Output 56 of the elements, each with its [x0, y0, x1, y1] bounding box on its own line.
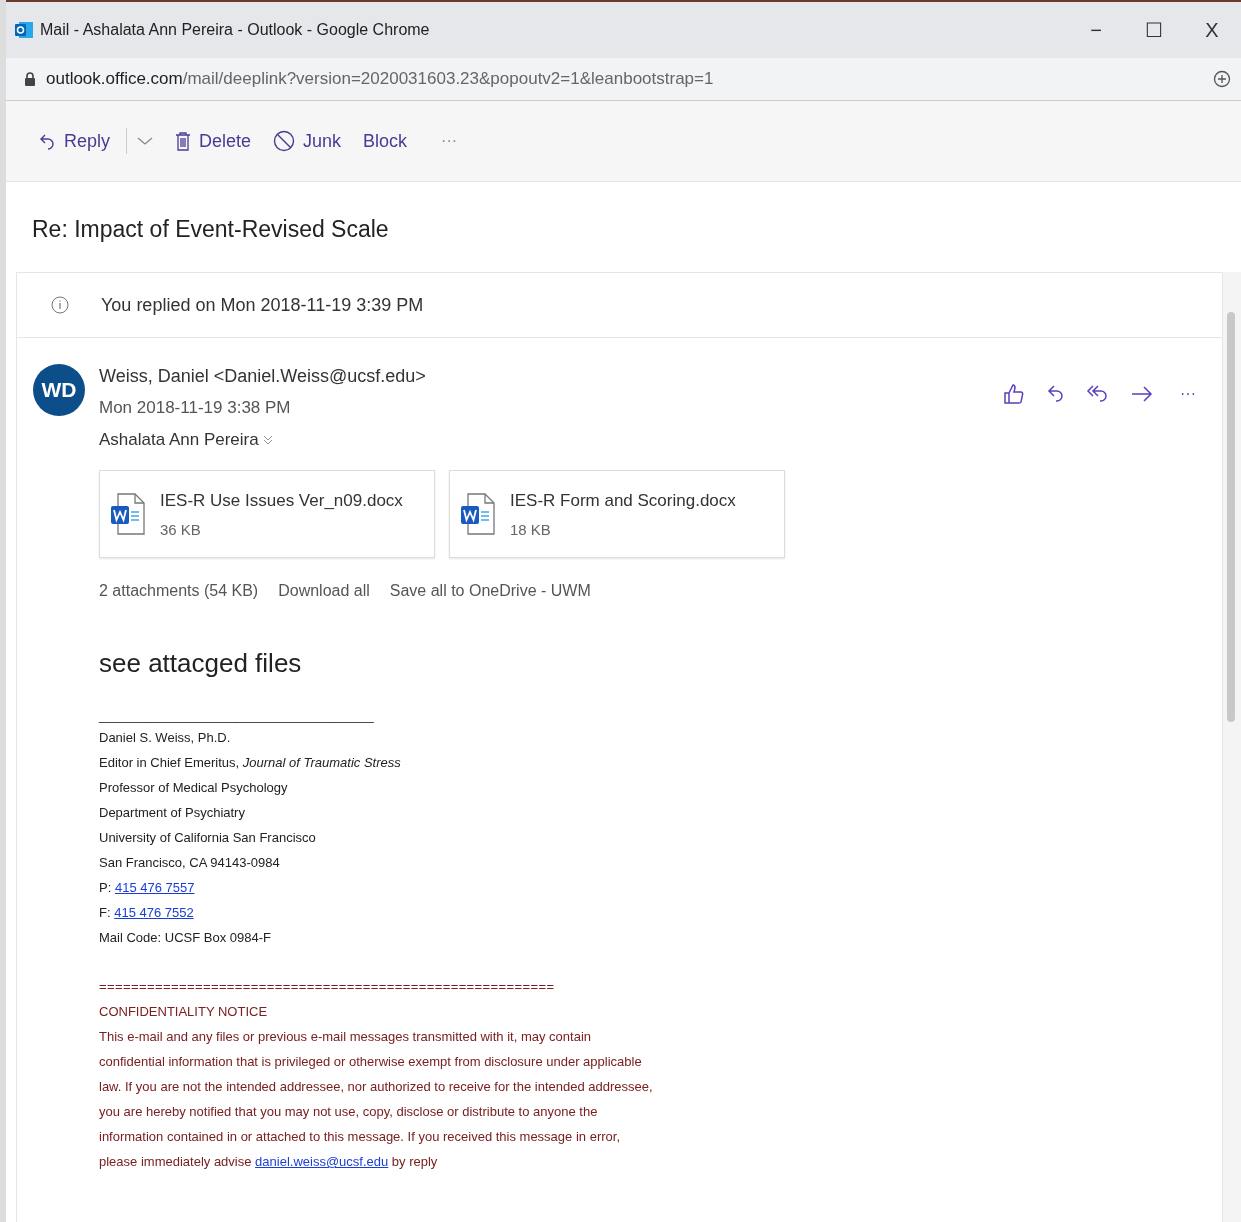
address-bar[interactable]: outlook.office.com/mail/deeplink?version=2020031603.23&popoutv2=1&leanbootstrap=1 [6, 58, 1241, 101]
signature-line: University of California San Francisco [99, 829, 317, 847]
attachment-count: 2 attachments (54 KB) [99, 582, 259, 600]
url-text: outlook.office.com/mail/deeplink?version=2020031603.23&popoutv2=1&leanbootstrap=1 [46, 69, 715, 89]
more-button[interactable]: ··· [1174, 384, 1202, 404]
expand-icon[interactable] [262, 434, 273, 446]
message-date: Mon 2018-11-19 3:38 PM [99, 397, 292, 419]
window-title: Mail - Ashalata Ann Pereira - Outlook - Google Chrome [40, 21, 431, 39]
attachment-card[interactable]: IES-R Use Issues Ver_n09.docx 36 KB [99, 470, 435, 558]
trash-icon [175, 131, 192, 151]
notice-title: CONFIDENTIALITY NOTICE [99, 1003, 269, 1021]
attachment-name: IES-R Use Issues Ver_n09.docx [160, 490, 403, 511]
signature-line: Daniel S. Weiss, Ph.D. [99, 729, 232, 747]
info-icon [51, 296, 69, 314]
avatar: WD [33, 364, 85, 416]
reply-icon [38, 132, 56, 150]
signature-line: San Francisco, CA 94143-0984 [99, 854, 281, 872]
word-document-icon [110, 492, 146, 536]
delete-button[interactable]: Delete [167, 126, 260, 156]
subject-heading: Re: Impact of Event-Revised Scale [31, 215, 390, 244]
attachment-name: IES-R Form and Scoring.docx [510, 490, 736, 511]
signature-line: Mail Code: UCSF Box 0984-F [99, 929, 272, 947]
phone-link[interactable]: 415 476 7552 [114, 905, 194, 920]
attachment-link[interactable]: Save all to OneDrive - UWM [389, 582, 591, 600]
outlook-icon [14, 20, 34, 40]
attachment-size: 18 KB [510, 520, 552, 538]
signature-line: Department of Psychiatry [99, 804, 246, 822]
attachment-size: 36 KB [160, 520, 202, 538]
add-icon[interactable] [1213, 70, 1231, 88]
attachment-link[interactable]: Download all [278, 582, 370, 600]
recipient-name[interactable]: Ashalata Ann Pereira [99, 424, 259, 456]
word-document-icon [460, 492, 496, 536]
signature-line: Editor in Chief Emeritus, Journal of Traumatic Stress [99, 754, 402, 772]
block-button[interactable]: Block [355, 126, 416, 156]
email-link[interactable]: daniel.weiss@ucsf.edu [255, 1154, 389, 1169]
signature-label: F: [99, 905, 111, 920]
signature-line: Professor of Medical Psychology [99, 779, 289, 797]
scrollbar[interactable] [1223, 272, 1241, 1222]
signature-label: P: [99, 880, 112, 895]
window-control[interactable]: ☐ [1125, 2, 1183, 58]
attachment-card[interactable]: IES-R Form and Scoring.docx 18 KB [449, 470, 785, 558]
caret-icon[interactable] [137, 136, 154, 146]
reply-notice: You replied on Mon 2018-11-19 3:39 PM [101, 294, 424, 316]
window-control[interactable]: X [1183, 2, 1241, 58]
window-control[interactable]: − [1067, 2, 1125, 58]
sender-name[interactable]: Weiss, Daniel <Daniel.Weiss@ucsf.edu> [99, 360, 426, 392]
blocked-icon [273, 130, 296, 152]
notice-paragraph: This e-mail and any files or previous e-mail messages transmitted with it, may contain confidential information that is privileged or otherwise exempt from disclosure under applicable law. If you are not the intended addressee, nor authorized to receive for the intended addressee, you are hereby notified that you may not use, copy, disclose or distribute to anyone the information contained in or attached to this message. If you received this message in error, please immediately advise daniel.weiss@ucsf.edu by reply [99, 1028, 654, 1171]
reply-button[interactable]: Reply [30, 126, 119, 156]
phone-link[interactable]: 415 476 7557 [114, 880, 195, 895]
signature-rule: ______________________________________ [99, 707, 375, 725]
junk-button[interactable]: Junk [265, 126, 350, 156]
message-text: see attacged files [99, 648, 303, 679]
lock-icon [24, 72, 36, 86]
like-icon[interactable] [1002, 382, 1026, 406]
notice-rule: ========================================================= [99, 978, 556, 996]
